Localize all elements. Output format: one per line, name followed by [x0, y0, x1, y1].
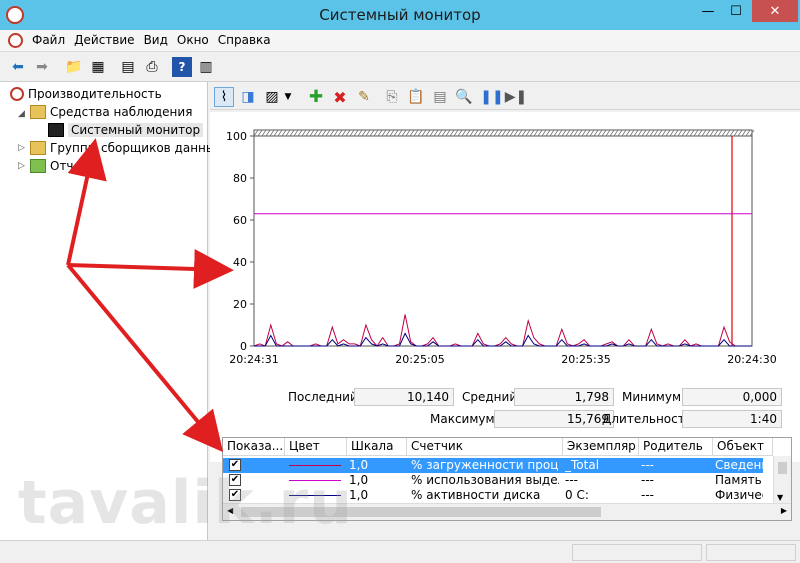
- arrow-to-system-monitor: [66, 138, 107, 266]
- arrow-to-graph: [67, 248, 234, 289]
- status-bar: [0, 540, 800, 563]
- status-pane: [572, 544, 702, 561]
- status-pane: [706, 544, 796, 561]
- watermark-text: tavalik.ru: [18, 468, 353, 538]
- arrow-to-counter-list: [66, 263, 224, 453]
